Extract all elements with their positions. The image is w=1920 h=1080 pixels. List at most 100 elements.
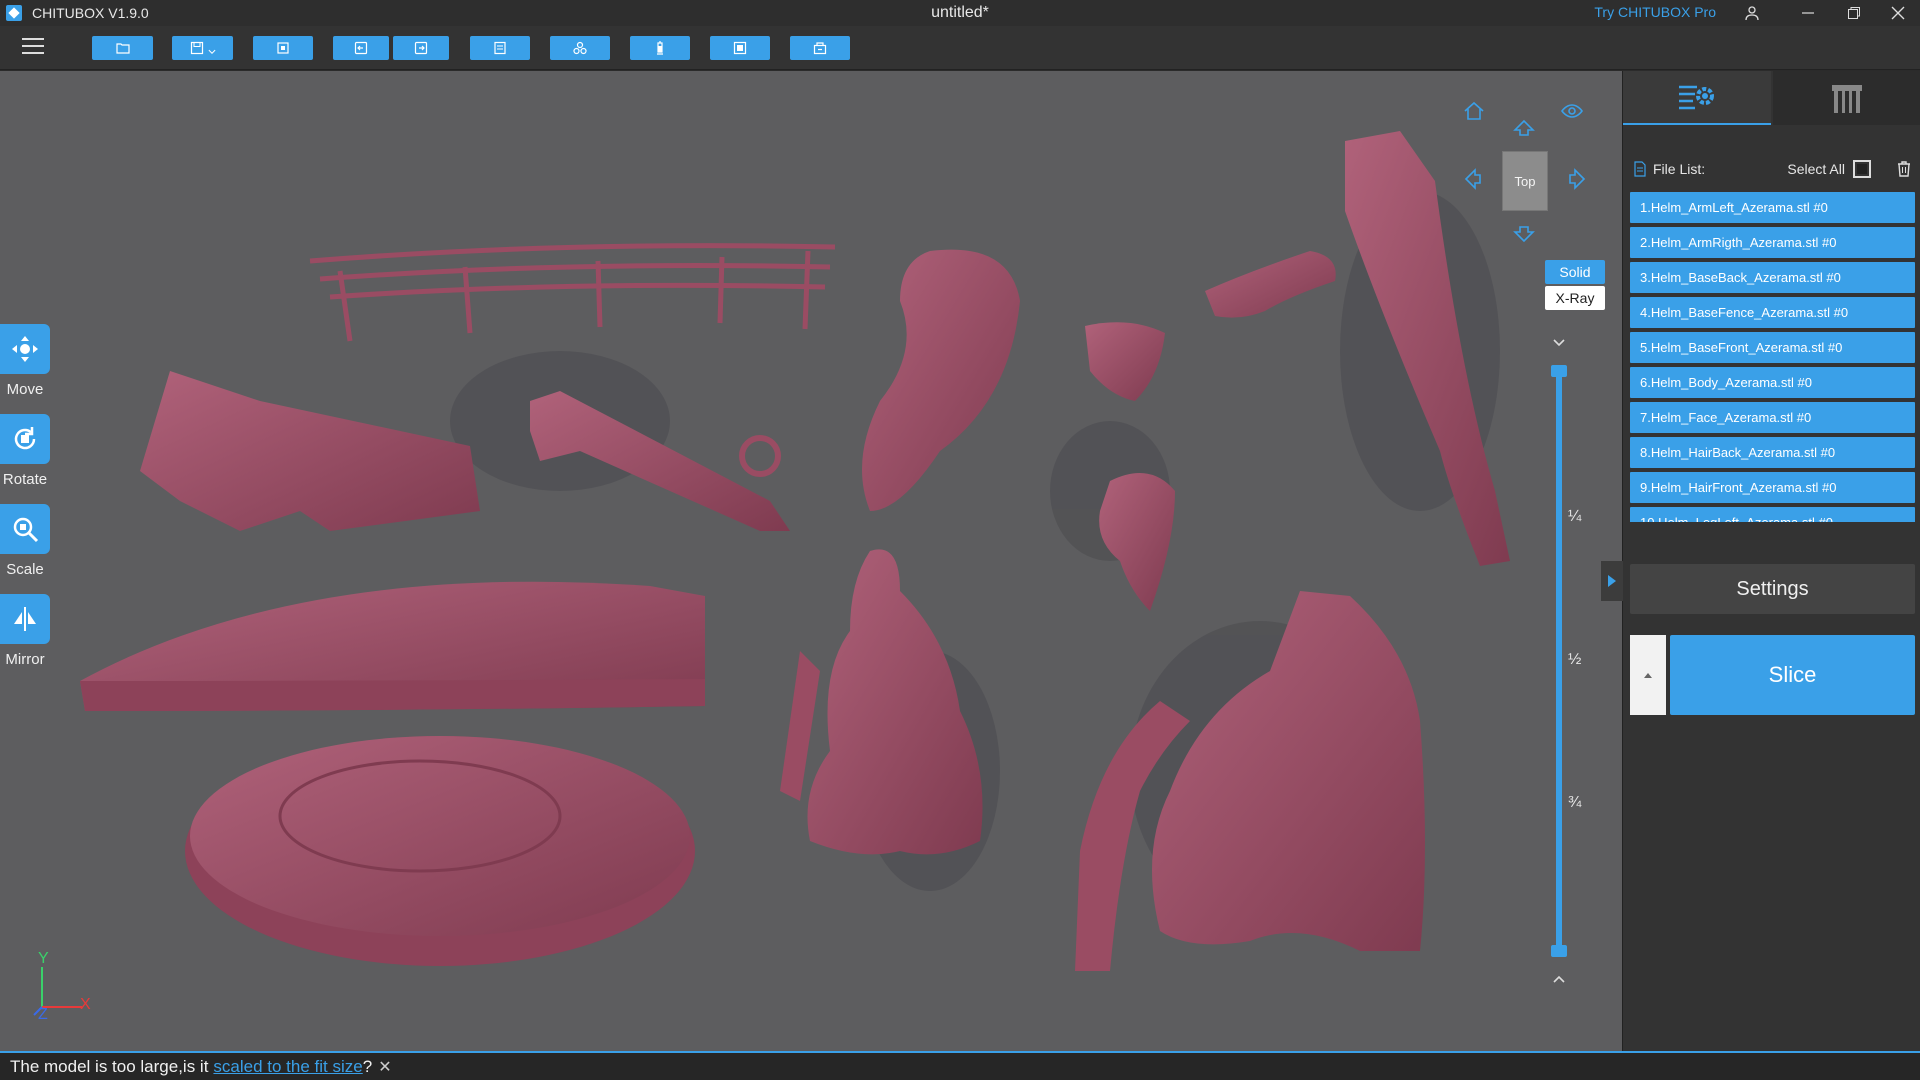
trash-icon[interactable] — [1895, 160, 1913, 178]
rotate-icon[interactable] — [0, 414, 50, 464]
slider-half-mark: ½ — [1568, 651, 1582, 668]
solid-mode-button[interactable]: Solid — [1545, 260, 1605, 284]
app-logo-icon — [6, 5, 22, 21]
right-panel: File List: Select All 1.Helm_ArmLeft_Aze… — [1601, 71, 1920, 1051]
arrange-button[interactable] — [550, 36, 610, 60]
model-body — [807, 549, 983, 855]
settings-list-icon — [1679, 85, 1714, 110]
home-view-icon[interactable] — [1462, 99, 1486, 123]
view-cube[interactable]: Top — [1502, 151, 1548, 211]
fit-view-icon — [277, 42, 289, 54]
printer-icon — [1832, 85, 1862, 113]
slider-three-quarter-mark: ¾ — [1568, 794, 1582, 811]
minimize-button[interactable] — [1788, 0, 1828, 26]
file-item[interactable]: 3.Helm_BaseBack_Azerama.stl #0 — [1630, 262, 1915, 293]
view-left-arrow-icon[interactable] — [1462, 167, 1486, 191]
caret-up-icon — [1644, 673, 1652, 678]
model-hair-back — [862, 249, 1020, 512]
view-up-arrow-icon[interactable] — [1512, 117, 1536, 141]
axes-gizmo: Y X Z — [33, 950, 91, 1019]
file-item[interactable]: 9.Helm_HairFront_Azerama.stl #0 — [1630, 472, 1915, 503]
select-all-label: Select All — [1787, 161, 1845, 177]
try-pro-link[interactable]: Try CHITUBOX Pro — [1594, 4, 1716, 20]
file-list-label: File List: — [1653, 161, 1706, 177]
slider-quarter-mark: ¼ — [1568, 508, 1582, 525]
layout-button[interactable] — [470, 36, 530, 60]
model-gun — [140, 371, 480, 531]
mirror-tool[interactable]: Mirror — [0, 594, 50, 668]
save-button[interactable] — [172, 36, 233, 60]
slider-down-chevron-icon[interactable] — [1549, 335, 1569, 351]
axis-x-label: X — [80, 996, 91, 1013]
close-button[interactable] — [1878, 0, 1918, 26]
hamburger-menu-icon[interactable] — [22, 38, 44, 56]
hollow-icon — [733, 41, 747, 55]
print-button[interactable] — [790, 36, 850, 60]
axis-z-label: Z — [38, 1006, 48, 1019]
slice-button[interactable]: Slice — [1670, 635, 1915, 715]
account-icon[interactable] — [1732, 0, 1772, 26]
file-item[interactable]: 6.Helm_Body_Azerama.stl #0 — [1630, 367, 1915, 398]
main-toolbar — [0, 26, 1920, 70]
restore-button[interactable] — [1834, 0, 1874, 26]
view-cube-face-label: Top — [1514, 173, 1536, 189]
file-item[interactable]: 10.Helm_LegLeft_Azerama.stl #0 — [1630, 507, 1915, 522]
tab-machine[interactable] — [1773, 71, 1920, 125]
caret-right-icon — [1608, 575, 1616, 587]
chevron-down-icon — [208, 49, 215, 54]
layout-icon — [494, 41, 506, 55]
print-icon — [813, 42, 827, 55]
undo-button[interactable] — [333, 36, 389, 60]
move-tool[interactable]: Move — [0, 324, 50, 398]
axis-y-label: Y — [38, 950, 49, 967]
move-icon[interactable] — [0, 324, 50, 374]
scale-icon[interactable] — [0, 504, 50, 554]
file-item[interactable]: 1.Helm_ArmLeft_Azerama.stl #0 — [1630, 192, 1915, 223]
undo-icon — [354, 41, 368, 55]
status-message-end: ? — [362, 1056, 373, 1076]
status-bar: The model is too large,is it scaled to t… — [0, 1051, 1920, 1080]
model-face — [1085, 322, 1165, 401]
status-message: The model is too large,is it — [10, 1056, 209, 1076]
app-name: CHITUBOX V1.9.0 — [32, 5, 149, 21]
select-all-checkbox[interactable] — [1853, 160, 1871, 178]
file-item[interactable]: 5.Helm_BaseFront_Azerama.stl #0 — [1630, 332, 1915, 363]
title-bar: CHITUBOX V1.9.0 untitled* Try CHITUBOX P… — [0, 0, 1920, 26]
scale-to-fit-link[interactable]: scaled to the fit size — [213, 1057, 362, 1077]
fit-view-button[interactable] — [253, 36, 313, 60]
move-label: Move — [6, 381, 44, 398]
layer-slider-top-handle[interactable] — [1551, 365, 1567, 377]
layer-slider-bottom-handle[interactable] — [1551, 945, 1567, 957]
close-icon[interactable]: ✕ — [378, 1057, 391, 1077]
support-icon — [657, 41, 663, 55]
scale-tool[interactable]: Scale — [0, 504, 50, 578]
tab-print-settings[interactable] — [1623, 71, 1771, 125]
redo-button[interactable] — [393, 36, 449, 60]
mirror-icon[interactable] — [0, 594, 50, 644]
slice-options-button[interactable] — [1630, 635, 1666, 715]
open-file-button[interactable] — [92, 36, 153, 60]
file-icon — [1634, 161, 1646, 177]
settings-button[interactable]: Settings — [1630, 564, 1915, 614]
file-list-header: File List: Select All — [1633, 159, 1913, 179]
3d-viewport[interactable]: Move Rotate Scale Mirror Top Solid X-Ray… — [0, 71, 1622, 1051]
file-item[interactable]: 8.Helm_HairBack_Azerama.stl #0 — [1630, 437, 1915, 468]
hollow-button[interactable] — [710, 36, 770, 60]
view-right-arrow-icon[interactable] — [1564, 167, 1588, 191]
layer-slider-track[interactable] — [1556, 371, 1562, 955]
file-item[interactable]: 2.Helm_ArmRigth_Azerama.stl #0 — [1630, 227, 1915, 258]
model-base-fence — [309, 243, 836, 342]
scale-label: Scale — [6, 561, 44, 578]
xray-mode-button[interactable]: X-Ray — [1545, 286, 1605, 310]
view-down-arrow-icon[interactable] — [1512, 221, 1536, 245]
rotate-tool[interactable]: Rotate — [0, 414, 50, 488]
slider-up-chevron-icon[interactable] — [1549, 971, 1569, 987]
file-item[interactable]: 7.Helm_Face_Azerama.stl #0 — [1630, 402, 1915, 433]
mirror-label: Mirror — [5, 651, 45, 668]
file-item[interactable]: 4.Helm_BaseFence_Azerama.stl #0 — [1630, 297, 1915, 328]
eye-icon[interactable] — [1560, 99, 1584, 123]
model-scene — [80, 131, 1510, 971]
model-hair-front — [1099, 473, 1175, 611]
support-button[interactable] — [630, 36, 690, 60]
panel-collapse-button[interactable] — [1601, 561, 1623, 601]
